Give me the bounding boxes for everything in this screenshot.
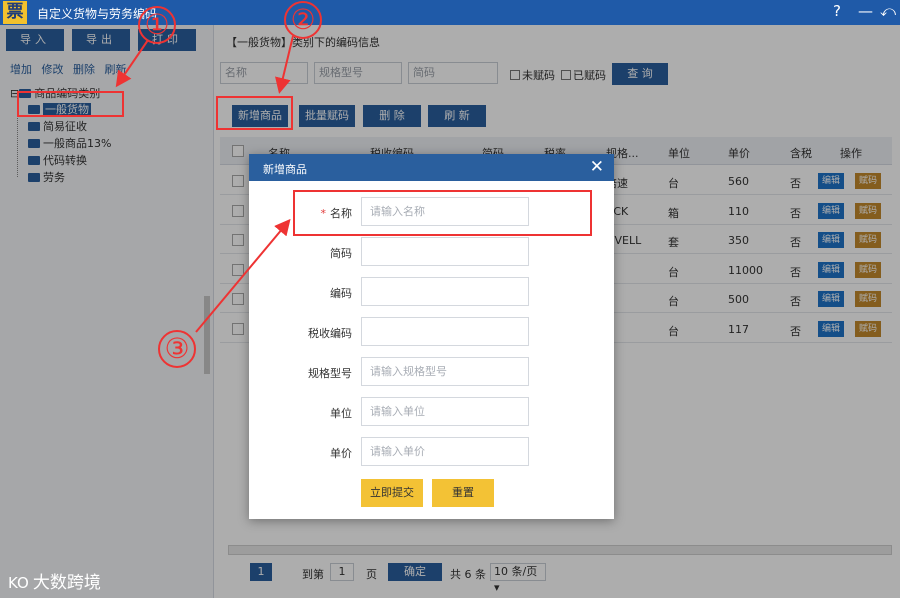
watermark: KO 大数跨境 [8, 573, 101, 593]
arrow-1 [115, 39, 149, 88]
arrow-3 [195, 218, 291, 333]
annotation-arrows [115, 35, 294, 333]
watermark-logo-icon: KO [8, 574, 29, 592]
arrow-2 [275, 35, 294, 94]
